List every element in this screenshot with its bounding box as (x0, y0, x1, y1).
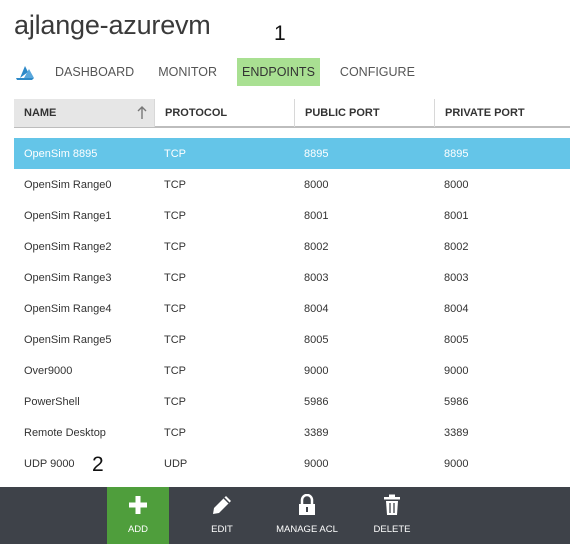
table-row[interactable]: OpenSim Range0 TCP 8000 8000 (14, 169, 570, 200)
cell-protocol: TCP (164, 240, 186, 253)
cell-public-port: 8005 (304, 333, 329, 346)
tab-dashboard[interactable]: DASHBOARD (51, 58, 138, 86)
trash-icon (379, 492, 405, 518)
tab-endpoints[interactable]: ENDPOINTS (236, 58, 320, 86)
table-row[interactable]: Over9000 TCP 9000 9000 (14, 355, 570, 386)
cell-public-port: 8895 (304, 147, 329, 160)
cell-private-port: 9000 (444, 364, 469, 377)
cell-private-port: 9000 (444, 457, 469, 470)
azure-cloud-icon[interactable] (14, 62, 36, 82)
cell-public-port: 5986 (304, 395, 329, 408)
cell-protocol: TCP (164, 364, 186, 377)
cell-protocol: TCP (164, 395, 186, 408)
cell-name: OpenSim Range1 (24, 209, 112, 222)
table-row[interactable]: OpenSim Range1 TCP 8001 8001 (14, 200, 570, 231)
cell-name: UDP 9000 (24, 457, 75, 470)
cell-public-port: 9000 (304, 457, 329, 470)
pencil-icon (209, 492, 235, 518)
sort-arrow-up-icon (137, 106, 147, 119)
command-bar: ADD EDIT MANAGE ACL DELETE (0, 487, 570, 544)
cell-private-port: 5986 (444, 395, 469, 408)
table-row[interactable]: OpenSim Range3 TCP 8003 8003 (14, 262, 570, 293)
add-label: ADD (127, 524, 149, 535)
cell-public-port: 8003 (304, 271, 329, 284)
cell-public-port: 9000 (304, 364, 329, 377)
manage-acl-button[interactable]: MANAGE ACL (272, 487, 342, 544)
cell-public-port: 8000 (304, 178, 329, 191)
page-title: ajlange-azurevm (14, 10, 211, 40)
table-row[interactable]: OpenSim Range4 TCP 8004 8004 (14, 293, 570, 324)
tab-bar: DASHBOARD MONITOR ENDPOINTS CONFIGURE (14, 58, 435, 86)
cell-private-port: 8002 (444, 240, 469, 253)
column-header-protocol[interactable]: PROTOCOL (154, 99, 294, 127)
edit-button[interactable]: EDIT (192, 487, 252, 544)
cell-protocol: TCP (164, 426, 186, 439)
cell-name: OpenSim Range0 (24, 178, 112, 191)
delete-button[interactable]: DELETE (362, 487, 422, 544)
delete-label: DELETE (373, 524, 411, 535)
cell-public-port: 8004 (304, 302, 329, 315)
column-header-name[interactable]: NAME (14, 99, 154, 127)
plus-icon (125, 492, 151, 518)
tab-monitor[interactable]: MONITOR (154, 58, 221, 86)
cell-public-port: 8001 (304, 209, 329, 222)
table-row[interactable]: Remote Desktop TCP 3389 3389 (14, 417, 570, 448)
annotation-1: 1 (274, 22, 286, 45)
endpoints-table: NAME PROTOCOL PUBLIC PORT PRIVATE PORT O… (14, 99, 570, 479)
add-button[interactable]: ADD (107, 487, 169, 544)
cell-name: OpenSim Range2 (24, 240, 112, 253)
edit-label: EDIT (211, 524, 233, 535)
table-body: OpenSim 8895 TCP 8895 8895 OpenSim Range0 TCP… (14, 138, 570, 479)
table-row[interactable]: OpenSim 8895 TCP 8895 8895 (14, 138, 570, 169)
cell-protocol: TCP (164, 333, 186, 346)
annotation-2: 2 (92, 453, 104, 476)
cell-private-port: 8000 (444, 178, 469, 191)
cell-public-port: 3389 (304, 426, 329, 439)
cell-name: OpenSim Range4 (24, 302, 112, 315)
cell-protocol: TCP (164, 302, 186, 315)
cell-private-port: 8005 (444, 333, 469, 346)
table-header: NAME PROTOCOL PUBLIC PORT PRIVATE PORT (14, 99, 570, 128)
cell-name: Remote Desktop (24, 426, 106, 439)
cell-name: PowerShell (24, 395, 80, 408)
cell-private-port: 8001 (444, 209, 469, 222)
cell-protocol: TCP (164, 271, 186, 284)
manage-acl-label: MANAGE ACL (276, 524, 338, 535)
cell-protocol: UDP (164, 457, 188, 470)
column-header-public-port[interactable]: PUBLIC PORT (294, 99, 434, 127)
column-header-private-port[interactable]: PRIVATE PORT (434, 99, 570, 127)
cell-private-port: 8895 (444, 147, 469, 160)
cell-name: Over9000 (24, 364, 73, 377)
cell-protocol: TCP (164, 178, 186, 191)
tab-configure[interactable]: CONFIGURE (336, 58, 419, 86)
table-row[interactable]: OpenSim Range5 TCP 8005 8005 (14, 324, 570, 355)
cell-name: OpenSim Range3 (24, 271, 112, 284)
cell-protocol: TCP (164, 147, 186, 160)
table-row[interactable]: PowerShell TCP 5986 5986 (14, 386, 570, 417)
table-row[interactable]: OpenSim Range2 TCP 8002 8002 (14, 231, 570, 262)
cell-public-port: 8002 (304, 240, 329, 253)
cell-name: OpenSim 8895 (24, 147, 98, 160)
cell-name: OpenSim Range5 (24, 333, 112, 346)
lock-icon (294, 492, 320, 518)
cell-private-port: 8003 (444, 271, 469, 284)
cell-protocol: TCP (164, 209, 186, 222)
cell-private-port: 3389 (444, 426, 469, 439)
cell-private-port: 8004 (444, 302, 469, 315)
